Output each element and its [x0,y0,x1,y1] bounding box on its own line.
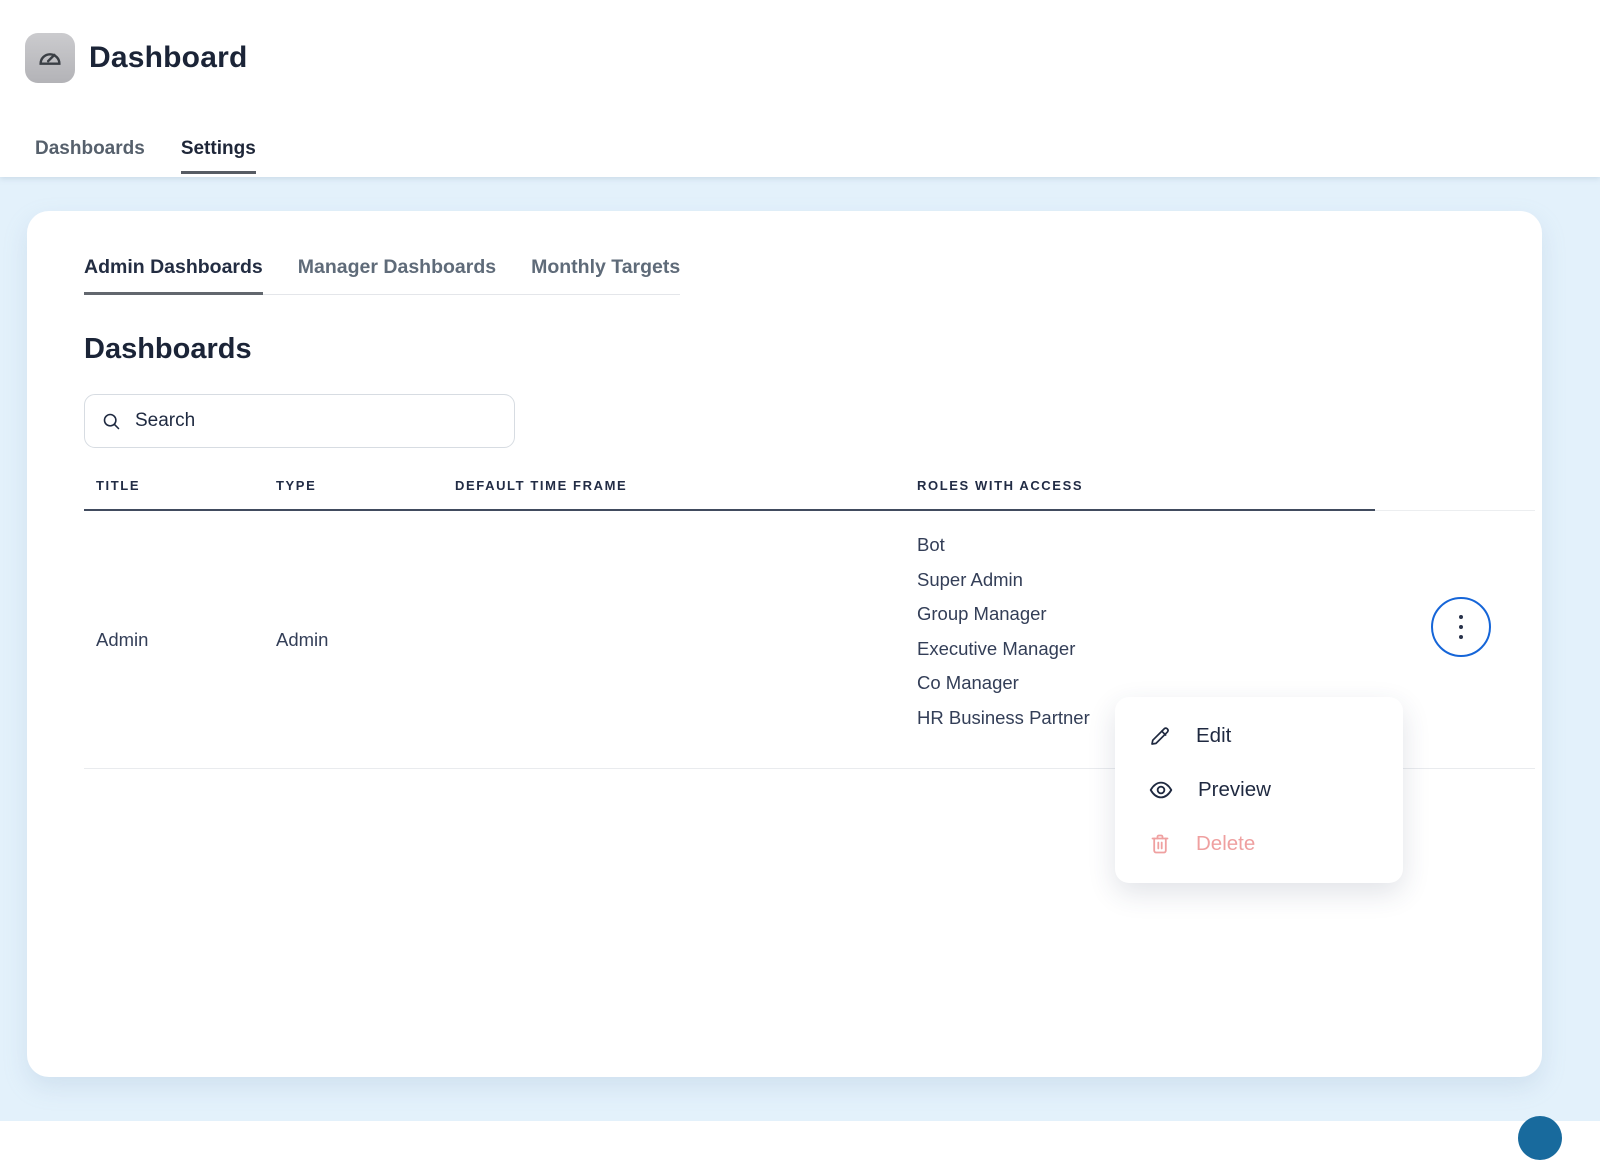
role-item: Executive Manager [917,632,1090,667]
tab-dashboards[interactable]: Dashboards [35,138,145,174]
section-heading: Dashboards [84,333,1542,366]
column-header-type: Type [264,468,443,511]
tab-settings[interactable]: Settings [181,138,256,174]
row-actions-button[interactable] [1431,597,1491,657]
eye-icon [1148,777,1174,803]
menu-item-label: Preview [1198,778,1271,802]
gauge-icon [25,33,75,83]
settings-sub-tabs: Admin Dashboards Manager Dashboards Mont… [84,256,680,295]
menu-item-label: Edit [1196,724,1231,748]
column-header-title: Title [84,468,264,511]
tab-admin-dashboards[interactable]: Admin Dashboards [84,256,263,295]
tab-monthly-targets[interactable]: Monthly Targets [531,256,680,295]
content-area: Admin Dashboards Manager Dashboards Mont… [0,177,1600,1121]
settings-card: Admin Dashboards Manager Dashboards Mont… [27,211,1542,1077]
trash-icon [1148,832,1172,856]
page-title: Dashboard [89,41,248,75]
floating-action-button[interactable] [1518,1116,1562,1160]
tab-manager-dashboards[interactable]: Manager Dashboards [298,256,496,295]
search-input[interactable] [135,410,498,432]
cell-type: Admin [264,511,443,769]
search-box[interactable] [84,394,515,448]
kebab-menu-icon [1459,615,1463,639]
role-item: Bot [917,528,1090,563]
cell-default-time-frame [443,511,905,769]
menu-item-preview[interactable]: Preview [1115,763,1403,817]
search-icon [101,411,122,432]
menu-item-label: Delete [1196,832,1255,856]
column-header-actions [1375,468,1535,511]
row-actions-menu: Edit Preview Delete [1115,697,1403,883]
role-item: Group Manager [917,597,1090,632]
column-header-roles-with-access: Roles With Access [905,468,1375,511]
primary-tabs: Dashboards Settings [35,138,256,174]
cell-title: Admin [84,511,264,769]
menu-item-delete[interactable]: Delete [1115,817,1403,871]
menu-item-edit[interactable]: Edit [1115,709,1403,763]
table-header-row: Title Type Default Time Frame Roles With… [84,468,1535,511]
role-item: HR Business Partner [917,701,1090,736]
role-item: Co Manager [917,666,1090,701]
role-item: Super Admin [917,563,1090,598]
column-header-default-time-frame: Default Time Frame [443,468,905,511]
pencil-icon [1148,724,1172,748]
app-header: Dashboard Dashboards Settings [0,0,1600,177]
